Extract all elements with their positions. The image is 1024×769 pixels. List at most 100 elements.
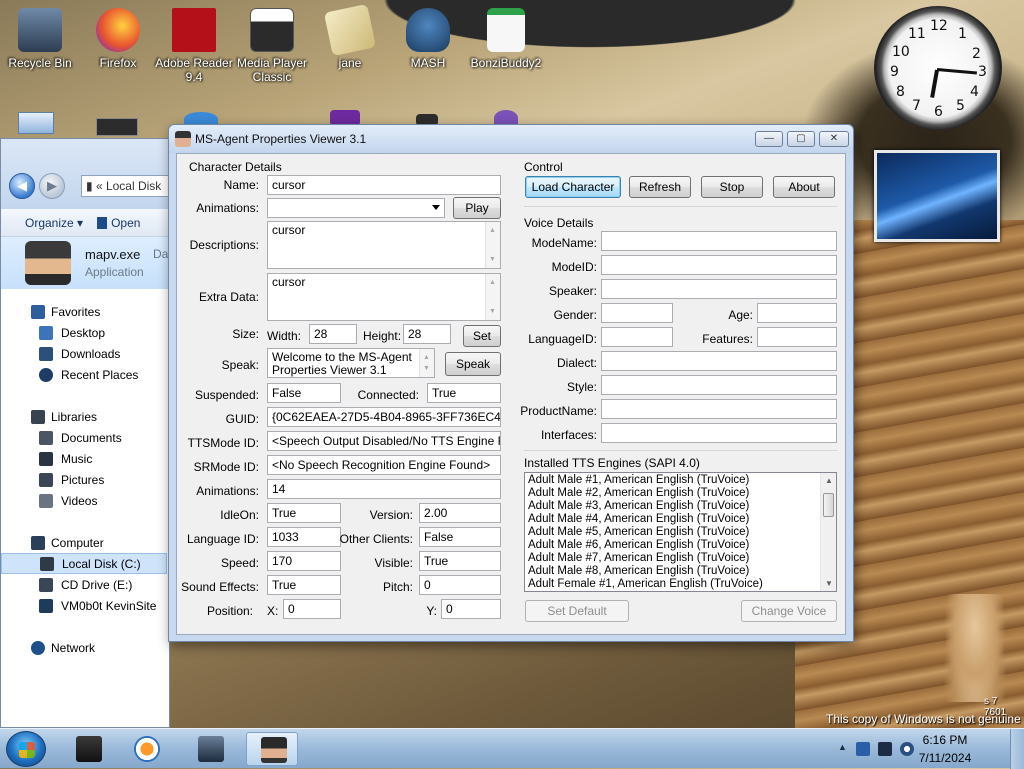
tts-engine-item[interactable]: Adult Male #8, American English (TruVoic…: [525, 565, 836, 578]
nav-videos[interactable]: Videos: [1, 490, 167, 511]
version-field[interactable]: 2.00: [419, 503, 501, 523]
desktop-icon-firefox[interactable]: Firefox: [78, 4, 158, 70]
desktop-icon-mash[interactable]: MASH: [388, 4, 468, 70]
ttsmode-field[interactable]: <Speech Output Disabled/No TTS Engine Fo…: [267, 431, 501, 451]
maximize-button[interactable]: ▢: [787, 131, 815, 147]
scroll-thumb[interactable]: [823, 493, 834, 517]
forward-button[interactable]: ▶: [39, 173, 65, 199]
tts-engine-item[interactable]: Adult Male #1, American English (TruVoic…: [525, 474, 836, 487]
features-field[interactable]: [757, 327, 837, 347]
tts-engine-item[interactable]: Adult Female #1, American English (TruVo…: [525, 578, 836, 591]
guid-field[interactable]: {0C62EAEA-27D5-4B04-8965-3FF736EC4561}: [267, 407, 501, 427]
speaker-field[interactable]: [601, 279, 837, 299]
animations-dropdown[interactable]: [267, 198, 445, 218]
selected-file-details[interactable]: mapv.exe Application Dat: [1, 237, 172, 289]
connected-field[interactable]: True: [427, 383, 501, 403]
animation-count-field[interactable]: 14: [267, 479, 501, 499]
interfaces-field[interactable]: [601, 423, 837, 443]
tts-list-scrollbar[interactable]: ▲ ▼: [820, 473, 836, 591]
nav-cd-drive[interactable]: CD Drive (E:): [1, 574, 167, 595]
nav-music[interactable]: Music: [1, 448, 167, 469]
suspended-field[interactable]: False: [267, 383, 341, 403]
nav-documents[interactable]: Documents: [1, 427, 167, 448]
extra-data-scrollbar[interactable]: [485, 274, 500, 320]
organize-button[interactable]: Organize ▾: [25, 216, 83, 230]
descriptions-field[interactable]: cursor: [267, 221, 501, 269]
modeid-field[interactable]: [601, 255, 837, 275]
tray-date[interactable]: 7/11/2024: [910, 751, 980, 765]
dialog-titlebar[interactable]: MS-Agent Properties Viewer 3.1 — ▢ ✕: [169, 125, 853, 153]
nav-downloads[interactable]: Downloads: [1, 343, 167, 364]
desktop-icon-bonzibuddy[interactable]: BonziBuddy2: [466, 4, 546, 70]
network-tray-icon[interactable]: [878, 742, 892, 756]
nav-local-disk[interactable]: Local Disk (C:): [1, 553, 167, 574]
tts-engine-item[interactable]: Adult Male #5, American English (TruVoic…: [525, 526, 836, 539]
start-button[interactable]: [6, 731, 46, 767]
set-size-button[interactable]: Set: [463, 325, 501, 347]
age-field[interactable]: [757, 303, 837, 323]
productname-field[interactable]: [601, 399, 837, 419]
close-button[interactable]: ✕: [819, 131, 849, 147]
nav-network[interactable]: Network: [1, 637, 167, 658]
pitch-field[interactable]: 0: [419, 575, 501, 595]
minimize-button[interactable]: —: [755, 131, 783, 147]
change-voice-button[interactable]: Change Voice: [741, 600, 837, 622]
clock-gadget[interactable]: 12 1 2 3 4 5 6 7 8 9 10 11: [874, 6, 1002, 130]
nav-vm-site[interactable]: VM0b0t KevinSite: [1, 595, 167, 616]
position-y-field[interactable]: 0: [441, 599, 501, 619]
descriptions-scrollbar[interactable]: [485, 222, 500, 268]
position-x-field[interactable]: 0: [283, 599, 341, 619]
extra-data-field[interactable]: cursor: [267, 273, 501, 321]
play-button[interactable]: Play: [453, 197, 501, 219]
speak-text-scrollbar[interactable]: [419, 349, 434, 377]
scroll-up-icon[interactable]: ▲: [825, 476, 833, 485]
taskbar-app-terminal[interactable]: [62, 732, 114, 766]
scroll-down-icon[interactable]: ▼: [825, 579, 833, 588]
language-id-field[interactable]: 1033: [267, 527, 341, 547]
nav-libraries[interactable]: Libraries: [1, 406, 167, 427]
speak-text-field[interactable]: Welcome to the MS-Agent Properties Viewe…: [267, 348, 435, 378]
nav-computer[interactable]: Computer: [1, 532, 167, 553]
desktop-icon-recycle-bin[interactable]: Recycle Bin: [0, 4, 80, 70]
name-field[interactable]: cursor: [267, 175, 501, 195]
desktop-icon-jane[interactable]: jane: [310, 3, 390, 70]
address-bar[interactable]: ▮ « Local Disk: [81, 175, 171, 197]
slideshow-gadget[interactable]: [874, 150, 1000, 242]
agent-properties-dialog[interactable]: MS-Agent Properties Viewer 3.1 — ▢ ✕ Cha…: [168, 124, 854, 642]
about-button[interactable]: About: [773, 176, 835, 198]
taskbar-app-agent-viewer[interactable]: [246, 732, 298, 766]
style-field[interactable]: [601, 375, 837, 395]
refresh-button[interactable]: Refresh: [629, 176, 691, 198]
height-field[interactable]: 28: [403, 324, 451, 344]
tray-arrow-icon[interactable]: ▲: [838, 742, 852, 756]
speed-field[interactable]: 170: [267, 551, 341, 571]
visible-field[interactable]: True: [419, 551, 501, 571]
tts-engine-item[interactable]: Adult Male #4, American English (TruVoic…: [525, 513, 836, 526]
open-button[interactable]: Open: [97, 216, 140, 230]
show-desktop-button[interactable]: [1010, 729, 1024, 769]
tts-engine-item[interactable]: Adult Male #2, American English (TruVoic…: [525, 487, 836, 500]
tts-engine-item[interactable]: Adult Male #3, American English (TruVoic…: [525, 500, 836, 513]
desktop-icon-media-player-classic[interactable]: Media Player Classic: [232, 4, 312, 84]
taskbar-app-explorer[interactable]: [184, 732, 236, 766]
set-default-button[interactable]: Set Default: [525, 600, 629, 622]
taskbar-app-media-player[interactable]: [120, 732, 172, 766]
speak-button[interactable]: Speak: [445, 352, 501, 376]
nav-pictures[interactable]: Pictures: [1, 469, 167, 490]
idleon-field[interactable]: True: [267, 503, 341, 523]
back-button[interactable]: ◀: [9, 173, 35, 199]
tts-engine-item[interactable]: Adult Male #6, American English (TruVoic…: [525, 539, 836, 552]
srmode-field[interactable]: <No Speech Recognition Engine Found>: [267, 455, 501, 475]
action-center-icon[interactable]: [856, 742, 870, 756]
languageid-field[interactable]: [601, 327, 673, 347]
tts-engine-item[interactable]: Adult Male #7, American English (TruVoic…: [525, 552, 836, 565]
gender-field[interactable]: [601, 303, 673, 323]
width-field[interactable]: 28: [309, 324, 357, 344]
tts-engines-list[interactable]: Adult Male #1, American English (TruVoic…: [524, 472, 837, 592]
desktop-icon-adobe-reader[interactable]: Adobe Reader 9.4: [154, 4, 234, 84]
modename-field[interactable]: [601, 231, 837, 251]
nav-recent-places[interactable]: Recent Places: [1, 364, 167, 385]
stop-button[interactable]: Stop: [701, 176, 763, 198]
explorer-window[interactable]: ◀ ▶ ▮ « Local Disk Organize ▾ Open mapv.…: [0, 138, 172, 728]
sound-effects-field[interactable]: True: [267, 575, 341, 595]
